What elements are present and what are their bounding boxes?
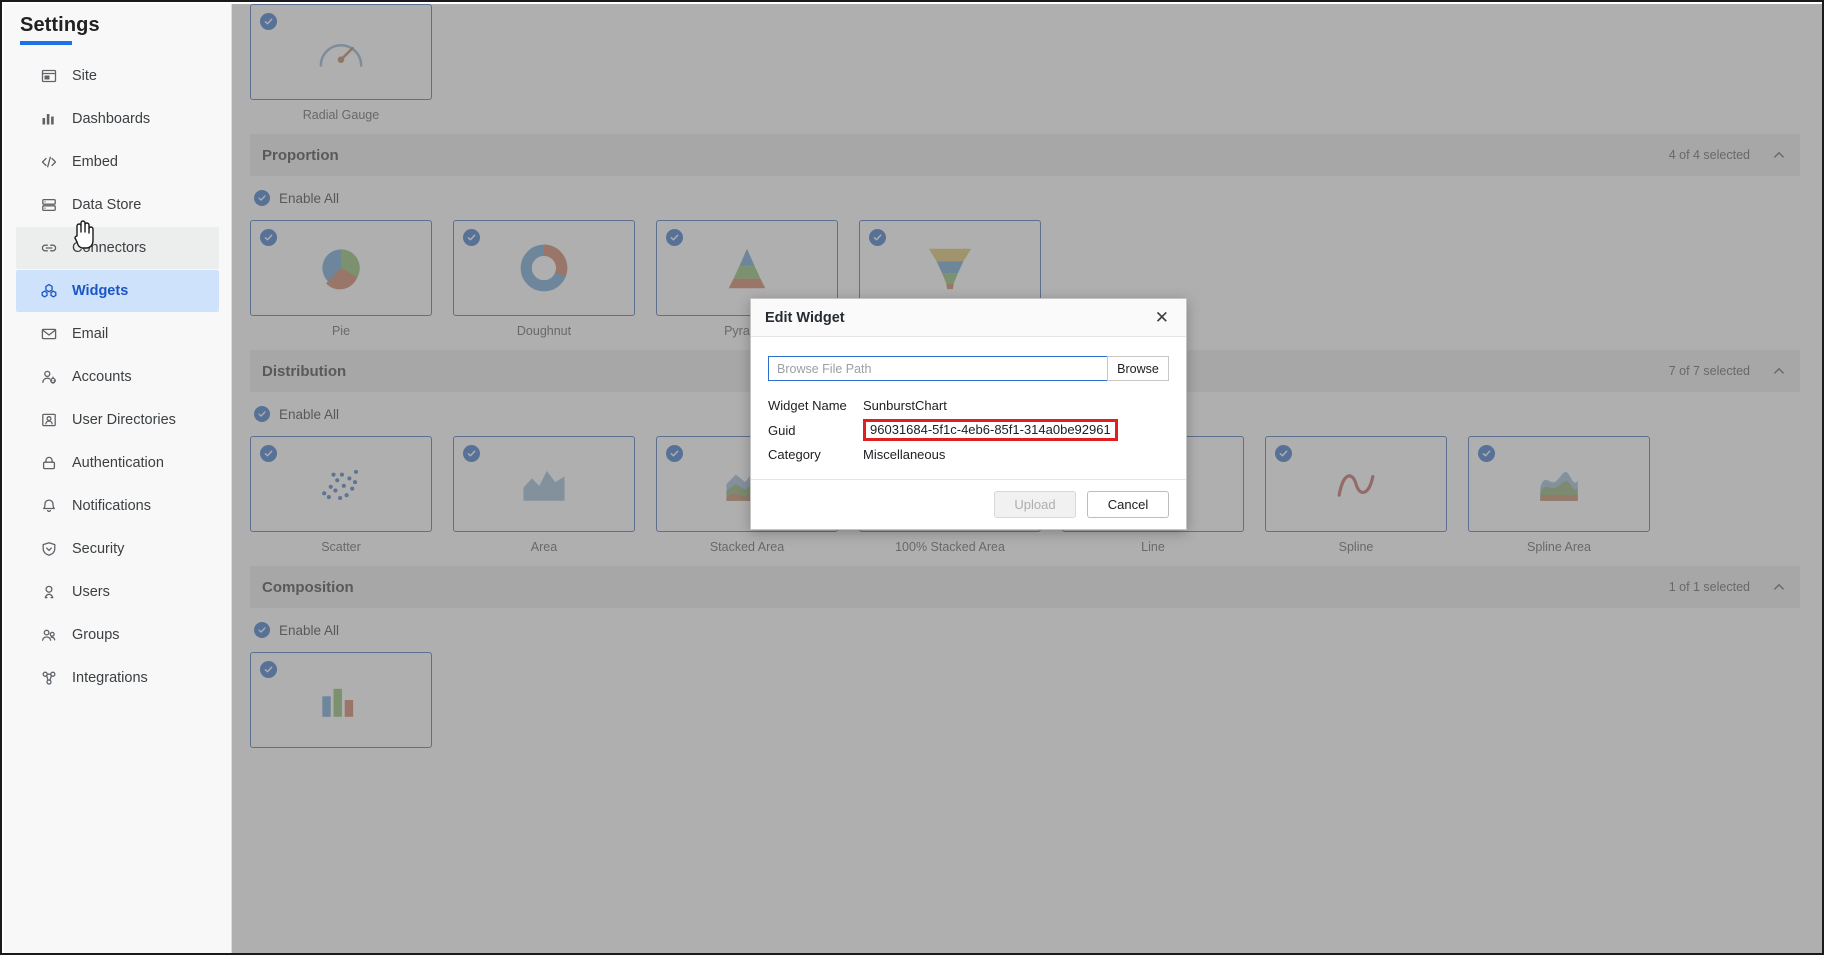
sidebar-item-site[interactable]: Site bbox=[16, 55, 219, 97]
widgets-icon bbox=[40, 282, 58, 300]
metadata-key: Widget Name bbox=[768, 398, 847, 413]
sidebar-item-data-store[interactable]: Data Store bbox=[16, 184, 219, 226]
email-icon bbox=[40, 325, 58, 343]
sidebar: Settings Site Dashboards Embed Data Store Co… bbox=[4, 4, 232, 953]
page-title-underline bbox=[20, 41, 72, 45]
metadata-row: Widget Name SunburstChart bbox=[768, 395, 1169, 416]
metadata-value-cell: 96031684-5f1c-4eb6-85f1-314a0be92961 bbox=[863, 416, 1169, 444]
settings-window: Settings Site Dashboards Embed Data Store Co… bbox=[0, 0, 1824, 955]
sidebar-item-integrations[interactable]: Integrations bbox=[16, 657, 219, 699]
user-directories-icon bbox=[40, 411, 58, 429]
sidebar-item-security[interactable]: Security bbox=[16, 528, 219, 570]
file-path-input[interactable] bbox=[768, 356, 1107, 381]
dialog-header: Edit Widget ✕ bbox=[751, 299, 1186, 337]
file-path-row: Browse bbox=[768, 356, 1169, 381]
guid-highlight-box: 96031684-5f1c-4eb6-85f1-314a0be92961 bbox=[863, 419, 1118, 441]
sidebar-item-label: Data Store bbox=[72, 197, 142, 213]
sidebar-item-label: Groups bbox=[72, 627, 120, 643]
cancel-button[interactable]: Cancel bbox=[1087, 491, 1169, 518]
dialog-title: Edit Widget bbox=[765, 309, 845, 326]
edit-widget-dialog: Edit Widget ✕ Browse Widget Name Sunburst… bbox=[750, 298, 1187, 530]
metadata-row: Category Miscellaneous bbox=[768, 444, 1169, 465]
sidebar-item-label: Accounts bbox=[72, 369, 132, 385]
security-icon bbox=[40, 540, 58, 558]
dashboards-icon bbox=[40, 110, 58, 128]
sidebar-item-label: User Directories bbox=[72, 412, 176, 428]
sidebar-item-widgets[interactable]: Widgets bbox=[16, 270, 219, 312]
close-icon[interactable]: ✕ bbox=[1152, 307, 1172, 328]
sidebar-item-label: Site bbox=[72, 68, 97, 84]
upload-button[interactable]: Upload bbox=[994, 491, 1076, 518]
sidebar-item-label: Dashboards bbox=[72, 111, 151, 127]
browse-button[interactable]: Browse bbox=[1107, 356, 1169, 381]
sidebar-item-label: Notifications bbox=[72, 498, 151, 514]
sidebar-item-label: Security bbox=[72, 541, 125, 557]
authentication-icon bbox=[40, 454, 58, 472]
page-title: Settings bbox=[20, 14, 100, 36]
metadata-value-cell: SunburstChart bbox=[863, 395, 1169, 416]
site-icon bbox=[40, 67, 58, 85]
metadata-row: Guid 96031684-5f1c-4eb6-85f1-314a0be92961 bbox=[768, 416, 1169, 444]
groups-icon bbox=[40, 626, 58, 644]
sidebar-item-label: Embed bbox=[72, 154, 118, 170]
sidebar-item-user-directories[interactable]: User Directories bbox=[16, 399, 219, 441]
metadata-key: Guid bbox=[768, 422, 796, 438]
data-store-icon bbox=[40, 196, 58, 214]
dialog-body: Browse Widget Name SunburstChart Guid 96031… bbox=[751, 337, 1186, 479]
accounts-icon bbox=[40, 368, 58, 386]
connectors-icon bbox=[40, 239, 58, 257]
sidebar-item-email[interactable]: Email bbox=[16, 313, 219, 355]
metadata-value-cell: Miscellaneous bbox=[863, 444, 1169, 465]
metadata-value: SunburstChart bbox=[863, 398, 947, 413]
metadata-key: Category bbox=[768, 447, 821, 462]
sidebar-item-accounts[interactable]: Accounts bbox=[16, 356, 219, 398]
sidebar-item-embed[interactable]: Embed bbox=[16, 141, 219, 183]
notifications-icon bbox=[40, 497, 58, 515]
sidebar-item-label: Connectors bbox=[72, 240, 147, 256]
integrations-icon bbox=[40, 669, 58, 687]
sidebar-item-label: Users bbox=[72, 584, 110, 600]
sidebar-nav: Site Dashboards Embed Data Store Connectors W… bbox=[4, 55, 231, 699]
sidebar-item-label: Email bbox=[72, 326, 109, 342]
sidebar-item-label: Authentication bbox=[72, 455, 164, 471]
sidebar-item-dashboards[interactable]: Dashboards bbox=[16, 98, 219, 140]
metadata-value: Miscellaneous bbox=[863, 447, 946, 462]
sidebar-item-label: Integrations bbox=[72, 670, 148, 686]
users-icon bbox=[40, 583, 58, 601]
embed-icon bbox=[40, 153, 58, 171]
sidebar-item-users[interactable]: Users bbox=[16, 571, 219, 613]
sidebar-item-connectors[interactable]: Connectors bbox=[16, 227, 219, 269]
sidebar-item-notifications[interactable]: Notifications bbox=[16, 485, 219, 527]
widget-metadata-table: Widget Name SunburstChart Guid 96031684-5f1… bbox=[768, 395, 1169, 465]
sidebar-item-groups[interactable]: Groups bbox=[16, 614, 219, 656]
sidebar-item-label: Widgets bbox=[72, 283, 129, 299]
dialog-footer: Upload Cancel bbox=[751, 479, 1186, 529]
sidebar-item-authentication[interactable]: Authentication bbox=[16, 442, 219, 484]
